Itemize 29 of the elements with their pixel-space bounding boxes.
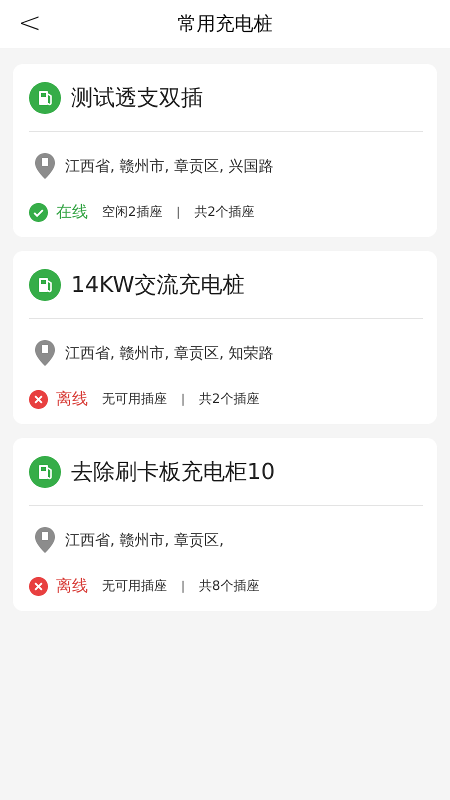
station-card[interactable]: 测试透支双插 江西省, 赣州市, 章贡区, 兴国路 在线 空闲2插座 | 共2个插座	[13, 64, 437, 237]
station-card[interactable]: 去除刷卡板充电柜10 江西省, 赣州市, 章贡区, 离线 无可用插座 | 共8个插座	[13, 438, 437, 611]
status-label: 在线	[56, 202, 88, 222]
charger-icon	[29, 456, 61, 488]
status-label: 离线	[56, 576, 88, 596]
charger-icon	[29, 82, 61, 114]
free-sockets: 无可用插座	[102, 578, 167, 595]
separator: |	[181, 579, 186, 593]
total-sockets: 共8个插座	[199, 578, 260, 595]
station-address: 江西省, 赣州市, 章贡区, 知荣路	[65, 344, 274, 362]
location-pin-icon	[35, 340, 55, 366]
station-card[interactable]: 14KW交流充电桩 江西省, 赣州市, 章贡区, 知荣路 离线 无可用插座 | 共2个插座	[13, 251, 437, 424]
separator: |	[181, 392, 186, 406]
page-title: 常用充电桩	[178, 12, 272, 37]
separator: |	[176, 205, 180, 219]
total-sockets: 共2个插座	[194, 204, 255, 221]
station-name: 去除刷卡板充电柜10	[71, 458, 275, 486]
station-address: 江西省, 赣州市, 章贡区,	[65, 530, 224, 550]
station-name: 14KW交流充电桩	[71, 272, 244, 300]
charger-icon	[29, 268, 61, 300]
station-address: 江西省, 赣州市, 章贡区, 兴国路	[65, 156, 274, 176]
location-pin-icon	[35, 153, 55, 179]
back-button[interactable]: <	[12, 6, 48, 40]
free-sockets: 无可用插座	[102, 391, 167, 408]
location-pin-icon	[35, 527, 55, 553]
total-sockets: 共2个插座	[199, 391, 260, 408]
free-sockets: 空闲2插座	[102, 204, 162, 221]
station-name: 测试透支双插	[71, 84, 203, 112]
status-label: 离线	[56, 388, 88, 410]
